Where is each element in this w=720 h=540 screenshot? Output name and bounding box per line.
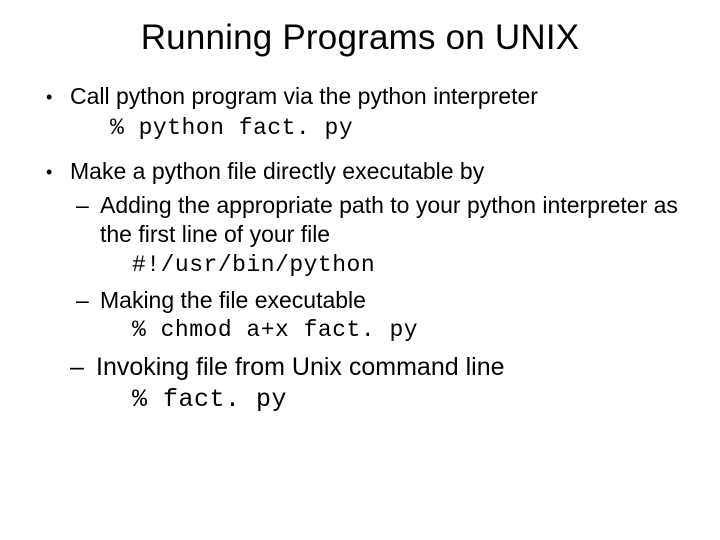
code-snippet: #!/usr/bin/python [132, 252, 688, 278]
sub-item: – Invoking file from Unix command line [70, 351, 688, 383]
dash-marker: – [76, 286, 100, 315]
bullet-marker: • [40, 82, 70, 109]
bullet-item: • Call python program via the python int… [40, 82, 688, 111]
sub-text: Adding the appropriate path to your pyth… [100, 191, 688, 250]
bullet-item: • Make a python file directly executable… [40, 157, 688, 186]
bullet-text: Make a python file directly executable b… [70, 157, 688, 186]
slide-title: Running Programs on UNIX [32, 18, 688, 58]
sub-text: Making the file executable [100, 286, 688, 315]
sub-text: Invoking file from Unix command line [96, 351, 688, 383]
dash-marker: – [76, 191, 100, 220]
sub-item: – Making the file executable [76, 286, 688, 315]
sub-item: – Adding the appropriate path to your py… [76, 191, 688, 250]
dash-marker: – [70, 351, 96, 383]
code-snippet: % chmod a+x fact. py [132, 317, 688, 343]
code-snippet: % python fact. py [110, 115, 688, 141]
bullet-marker: • [40, 157, 70, 184]
slide-body: • Call python program via the python int… [32, 82, 688, 414]
bullet-text: Call python program via the python inter… [70, 82, 688, 111]
code-snippet: % fact. py [132, 385, 688, 414]
